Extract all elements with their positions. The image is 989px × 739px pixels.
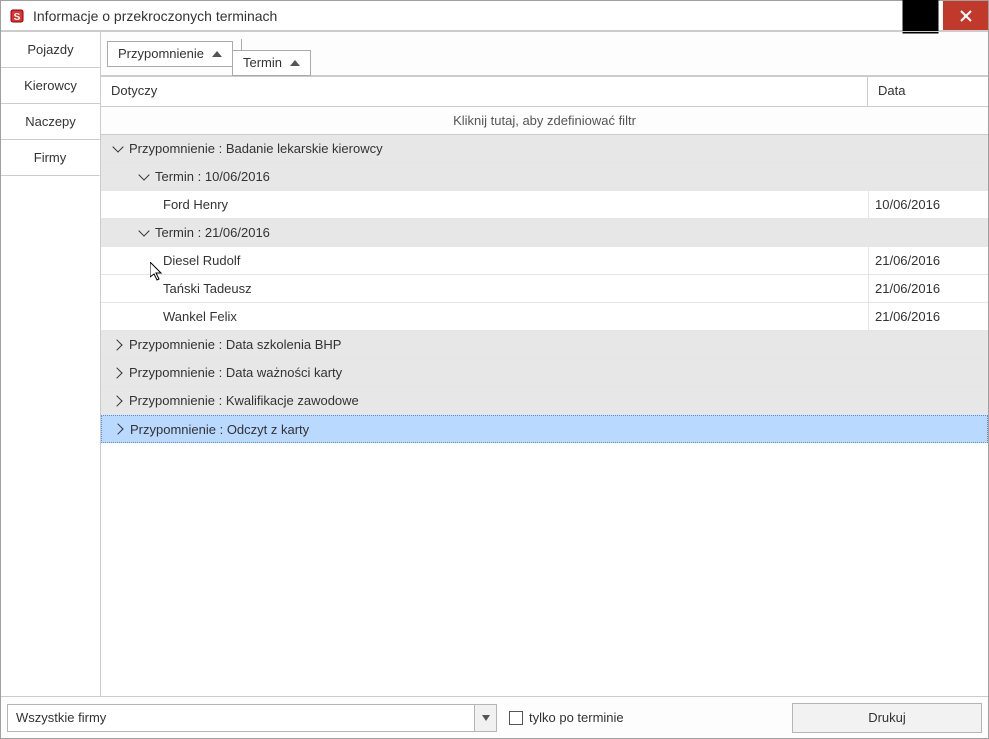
tab-pojazdy[interactable]: Pojazdy <box>1 32 100 68</box>
svg-text:S: S <box>14 12 21 23</box>
collapse-icon[interactable] <box>137 226 151 240</box>
group-row[interactable]: Przypomnienie : Data szkolenia BHP <box>101 331 988 359</box>
main-panel: Przypomnienie Termin Dotyczy Data Klikni… <box>101 32 988 696</box>
tab-firmy[interactable]: Firmy <box>1 140 100 176</box>
data-row[interactable]: Tański Tadeusz 21/06/2016 <box>101 275 988 303</box>
window-title: Informacje o przekroczonych terminach <box>33 8 898 24</box>
group-row[interactable]: Przypomnienie : Data ważności karty <box>101 359 988 387</box>
group-by-bar: Przypomnienie Termin <box>101 32 988 76</box>
cell-date: 21/06/2016 <box>868 303 988 330</box>
vertical-tabs: Pojazdy Kierowcy Naczepy Firmy <box>1 32 101 696</box>
cell-date: 21/06/2016 <box>868 275 988 302</box>
titlebar: S Informacje o przekroczonych terminach <box>1 1 988 31</box>
combo-value: Wszystkie firmy <box>8 710 474 725</box>
checkbox-label: tylko po terminie <box>529 710 624 725</box>
maximize-button[interactable] <box>898 1 943 30</box>
data-row[interactable]: Wankel Felix 21/06/2016 <box>101 303 988 331</box>
expand-icon[interactable] <box>111 338 125 352</box>
expand-icon[interactable] <box>111 366 125 380</box>
sort-asc-icon <box>212 51 222 57</box>
column-headers: Dotyczy Data <box>101 77 988 107</box>
collapse-icon[interactable] <box>137 170 151 184</box>
group-label: Przypomnienie : Data ważności karty <box>129 365 988 380</box>
group-chip-przypomnienie[interactable]: Przypomnienie <box>107 41 233 67</box>
collapse-icon[interactable] <box>111 142 125 156</box>
cell-who: Diesel Rudolf <box>163 253 868 268</box>
tree: Przypomnienie : Badanie lekarskie kierow… <box>101 135 988 696</box>
group-row[interactable]: Przypomnienie : Badanie lekarskie kierow… <box>101 135 988 163</box>
subgroup-row[interactable]: Termin : 10/06/2016 <box>101 163 988 191</box>
group-label: Przypomnienie : Badanie lekarskie kierow… <box>129 141 988 156</box>
close-button[interactable] <box>943 1 988 30</box>
expand-icon[interactable] <box>111 394 125 408</box>
cell-date: 10/06/2016 <box>868 191 988 218</box>
data-row[interactable]: Ford Henry 10/06/2016 <box>101 191 988 219</box>
expand-icon[interactable] <box>112 422 126 436</box>
subgroup-row[interactable]: Termin : 21/06/2016 <box>101 219 988 247</box>
group-label: Przypomnienie : Kwalifikacje zawodowe <box>129 393 988 408</box>
tab-kierowcy[interactable]: Kierowcy <box>1 68 100 104</box>
subgroup-label: Termin : 10/06/2016 <box>155 169 988 184</box>
cell-who: Ford Henry <box>163 197 868 212</box>
cell-date: 21/06/2016 <box>868 247 988 274</box>
print-button[interactable]: Drukuj <box>792 703 982 733</box>
group-label: Przypomnienie : Odczyt z karty <box>130 422 987 437</box>
overdue-checkbox[interactable]: tylko po terminie <box>509 710 624 725</box>
firm-combo[interactable]: Wszystkie firmy <box>7 704 497 732</box>
group-label: Przypomnienie : Data szkolenia BHP <box>129 337 988 352</box>
column-header-data[interactable]: Data <box>868 77 988 106</box>
filter-row[interactable]: Kliknij tutaj, aby zdefiniować filtr <box>101 107 988 135</box>
group-chip-label: Przypomnienie <box>118 46 204 61</box>
window: S Informacje o przekroczonych terminach … <box>0 0 989 739</box>
sort-asc-icon <box>290 60 300 66</box>
group-row[interactable]: Przypomnienie : Kwalifikacje zawodowe <box>101 387 988 415</box>
column-header-dotyczy[interactable]: Dotyczy <box>101 77 868 106</box>
subgroup-label: Termin : 21/06/2016 <box>155 225 988 240</box>
cell-who: Wankel Felix <box>163 309 868 324</box>
filter-hint: Kliknij tutaj, aby zdefiniować filtr <box>453 113 636 128</box>
grid: Dotyczy Data Kliknij tutaj, aby zdefinio… <box>101 76 988 696</box>
group-chip-termin[interactable]: Termin <box>232 50 311 76</box>
dropdown-icon[interactable] <box>474 705 496 731</box>
title-buttons <box>898 1 988 30</box>
footer: Wszystkie firmy tylko po terminie Drukuj <box>1 696 988 738</box>
cell-who: Tański Tadeusz <box>163 281 868 296</box>
group-row-selected[interactable]: Przypomnienie : Odczyt z karty <box>101 415 988 443</box>
data-row[interactable]: Diesel Rudolf 21/06/2016 <box>101 247 988 275</box>
app-icon: S <box>9 8 25 24</box>
print-label: Drukuj <box>868 710 906 725</box>
checkbox-icon[interactable] <box>509 711 523 725</box>
tab-naczepy[interactable]: Naczepy <box>1 104 100 140</box>
group-chip-label: Termin <box>243 55 282 70</box>
